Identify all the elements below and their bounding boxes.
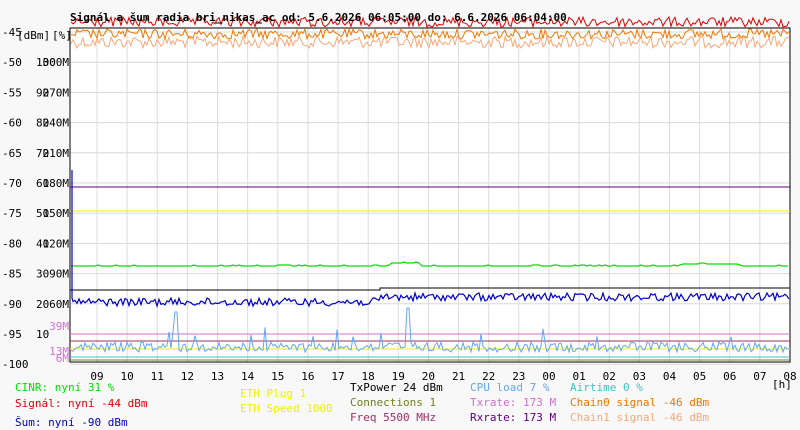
y-tick-rate: 270M (43, 86, 70, 99)
x-tick: 10 (121, 370, 134, 383)
x-tick: 12 (181, 370, 194, 383)
y-tick-rate: 120M (43, 237, 70, 250)
y-tick-dbm: -90 (2, 298, 22, 311)
y-tick-rate: 240M (43, 117, 70, 130)
y-tick-dbm: -100 (2, 358, 29, 371)
y-tick-rate: 90M (49, 268, 69, 281)
x-tick: 16 (301, 370, 314, 383)
y-tick-dbm: -65 (2, 147, 22, 160)
legend-txrate: Txrate: 173 M (470, 396, 557, 409)
legend-eth-plug: ETH Plug 1 (240, 387, 307, 400)
y-tick-percent: 30 (36, 268, 49, 281)
y-tick-rate: 300M (43, 56, 70, 69)
y-tick-rate: 180M (43, 177, 70, 190)
signal-noise-chart: -45-50-55-60-65-70-75-80-85-90-95-100100… (2, 11, 797, 391)
unit-dbm: [dBm] (17, 29, 50, 42)
legend-chain1: Chain1 signal -46 dBm (570, 411, 710, 424)
y-tick-dbm: -80 (2, 237, 22, 250)
y-tick-dbm: -95 (2, 328, 22, 341)
chart-title: Signál a šum radia bri_nikas_ac od: 5.6.… (70, 11, 567, 24)
y-tick-dbm: -60 (2, 117, 22, 130)
x-tick: 13 (211, 370, 224, 383)
grid (69, 27, 791, 365)
unit-hours: [h] (772, 378, 792, 391)
x-tick: 15 (271, 370, 284, 383)
x-tick: 05 (693, 370, 706, 383)
legend-rxrate: Rxrate: 173 M (470, 411, 557, 424)
legend-eth-speed: ETH Speed 1000 (240, 402, 333, 415)
legend-freq: Freq 5500 MHz (350, 411, 437, 424)
x-tick: 04 (663, 370, 677, 383)
legend-signal: Signál: nyní -44 dBm (15, 397, 148, 410)
y-tick-rate: 150M (43, 207, 70, 220)
y-tick-rate: 60M (49, 298, 69, 311)
unit-percent: [%] (52, 29, 72, 42)
legend-connections: Connections 1 (350, 396, 437, 409)
legend-txpower: TxPower 24 dBm (350, 381, 443, 394)
x-tick: 11 (151, 370, 164, 383)
y-tick-rate-extra: 39M (49, 320, 69, 333)
y-tick-rate: 210M (43, 147, 70, 160)
x-tick: 06 (723, 370, 736, 383)
y-tick-dbm: -75 (2, 207, 22, 220)
y-tick-dbm: -70 (2, 177, 22, 190)
legend-cpu: CPU load 7 % (470, 381, 550, 394)
y-tick-percent: 20 (36, 298, 49, 311)
legend-chain0: Chain0 signal -46 dBm (570, 396, 710, 409)
x-tick: 17 (331, 370, 344, 383)
legend-cinr: CINR: nyní 31 % (15, 381, 115, 394)
chart-root: -45 -50 -55 -60 -65 -70 -75 -80 -85 -90 -95 -100 100… (0, 0, 800, 430)
y-tick-rate-extra: 6M (56, 352, 70, 365)
y-tick-dbm: -50 (2, 56, 22, 69)
x-tick: 14 (241, 370, 255, 383)
y-tick-percent: 10 (36, 328, 49, 341)
plot-area (70, 28, 790, 362)
legend-airtime: Airtime 0 % (570, 381, 643, 394)
legend-sum: Šum: nyní -90 dBm (15, 416, 128, 429)
x-tick: 07 (753, 370, 766, 383)
y-tick-dbm: -55 (2, 86, 22, 99)
y-tick-dbm: -85 (2, 268, 22, 281)
x-tick: 21 (452, 370, 465, 383)
